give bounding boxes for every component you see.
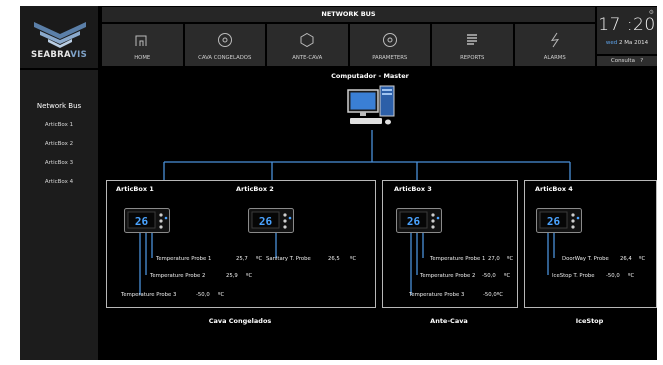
app-window: SEABRAVIS Network Bus ArticBox 1 ArticBo… [20,6,657,360]
brand-name-part1: SEABRA [30,50,71,60]
home-icon [133,32,151,48]
box1-probe3-value: -50,0 [196,292,210,298]
clock-date-text: 2 Ma 2014 [619,40,649,46]
lightning-icon [546,32,564,48]
box3-probe2-unit: ºC [504,273,511,279]
menu-alarms-label: ALARMS [543,55,566,61]
consulta-button[interactable]: Consulta ? [597,56,657,66]
brand-name-part2: VIS [70,50,88,60]
articbox-4-controller[interactable]: 26 [536,208,582,233]
menu-cava-congelados-button[interactable]: CAVA CONGELADOS [184,24,265,66]
box4-probe2-value: -50,0 [606,273,620,279]
menu-alarms-button[interactable]: ALARMS [514,24,595,66]
network-diagram: Computador - Master ArticBox 1 ArticBox … [102,68,657,360]
header-title: NETWORK BUS [102,7,595,22]
box2-probe1-name: Sanitary T. Probe [266,256,311,262]
group-ante-cava-box [382,180,518,308]
box1-probe1-unit: ºC [256,256,263,262]
clock-panel: ⚙ 17 :20 wed 2 Ma 2014 [597,7,657,54]
articbox-2-controller[interactable]: 26 [248,208,294,233]
menu-ante-cava-label: ANTE-CAVA [292,55,323,61]
articbox-3-display: 26 [407,215,421,228]
group-ante-cava-label: Ante-Cava [430,317,468,325]
box4-probe1-value: 26,4 [620,256,632,262]
box1-probe1-name: Temperature Probe 1 [156,256,212,262]
menu-parameters-button[interactable]: PARAMETERS [349,24,430,66]
menu-home-button[interactable]: HOME [102,24,183,66]
box1-probe3-unit: ºC [218,292,225,298]
sidebar-item-articbox-4[interactable]: ArticBox 4 [20,179,98,185]
main-menu: HOME CAVA CONGELADOS ANTE-CAVA PARAMETER… [102,24,595,66]
menu-home-label: HOME [134,55,151,61]
box4-probe1-unit: ºC [639,256,646,262]
box3-probe1-unit: ºC [507,256,514,262]
sidebar-item-articbox-1[interactable]: ArticBox 1 [20,122,98,128]
box1-probe2-unit: ºC [246,273,253,279]
help-icon: ? [640,58,644,64]
box3-probe3-value: -50,0ºC [483,292,503,298]
box4-probe2-unit: ºC [628,273,635,279]
box3-probe1-value: 27,0 [488,256,500,262]
sidebar-item-articbox-2[interactable]: ArticBox 2 [20,141,98,147]
menu-parameters-label: PARAMETERS [372,55,408,61]
articbox-1-controller[interactable]: 26 [124,208,170,233]
articbox-2-display: 26 [259,215,273,228]
articbox-1-title: ArticBox 1 [116,185,154,193]
parameters-icon [381,32,399,48]
box2-probe1-unit: ºC [350,256,357,262]
box3-probe2-name: Temperature Probe 2 [420,273,476,279]
box4-probe2-name: IceStop T. Probe [552,273,595,279]
group-icestop-box [524,180,657,308]
clock-day: wed [605,40,618,46]
sidebar-title: Network Bus [36,102,82,110]
group-icestop-label: IceStop [575,317,604,325]
consulta-label: Consulta [610,58,635,64]
clock-date: wed 2 Ma 2014 [597,40,657,46]
articbox-3-controller[interactable]: 26 [396,208,442,233]
box3-probe1-name: Temperature Probe 1 [430,256,486,262]
brand-name: SEABRAVIS [20,50,98,60]
menu-cava-congelados-label: CAVA CONGELADOS [198,55,252,61]
box1-probe3-name: Temperature Probe 3 [121,292,177,298]
group-cava-congelados-label: Cava Congelados [208,317,272,325]
articbox-3-title: ArticBox 3 [394,185,432,193]
box3-probe2-value: -50,0 [482,273,496,279]
menu-reports-label: REPORTS [460,55,485,61]
articbox-1-display: 26 [135,215,149,228]
reports-icon [463,32,481,48]
box1-probe1-value: 25,7 [236,256,248,262]
box1-probe2-name: Temperature Probe 2 [150,273,206,279]
articbox-4-display: 26 [547,215,561,228]
circle-icon [216,32,234,48]
menu-ante-cava-button[interactable]: ANTE-CAVA [267,24,348,66]
logo-panel: SEABRAVIS [20,6,98,68]
sidebar-item-articbox-3[interactable]: ArticBox 3 [20,160,98,166]
articbox-2-title: ArticBox 2 [236,185,274,193]
menu-reports-button[interactable]: REPORTS [432,24,513,66]
seabravis-logo-icon [34,22,86,48]
box4-probe1-name: DoorWay T. Probe [562,256,609,262]
sidebar: Network Bus ArticBox 1 ArticBox 2 ArticB… [20,70,98,360]
box2-probe1-value: 26,5 [328,256,340,262]
hexagon-icon [298,32,316,48]
box3-probe3-name: Temperature Probe 3 [409,292,465,298]
box1-probe2-value: 25,9 [226,273,238,279]
group-cava-congelados-box [106,180,376,308]
clock-time: 17 :20 [598,15,656,35]
articbox-4-title: ArticBox 4 [535,185,573,193]
